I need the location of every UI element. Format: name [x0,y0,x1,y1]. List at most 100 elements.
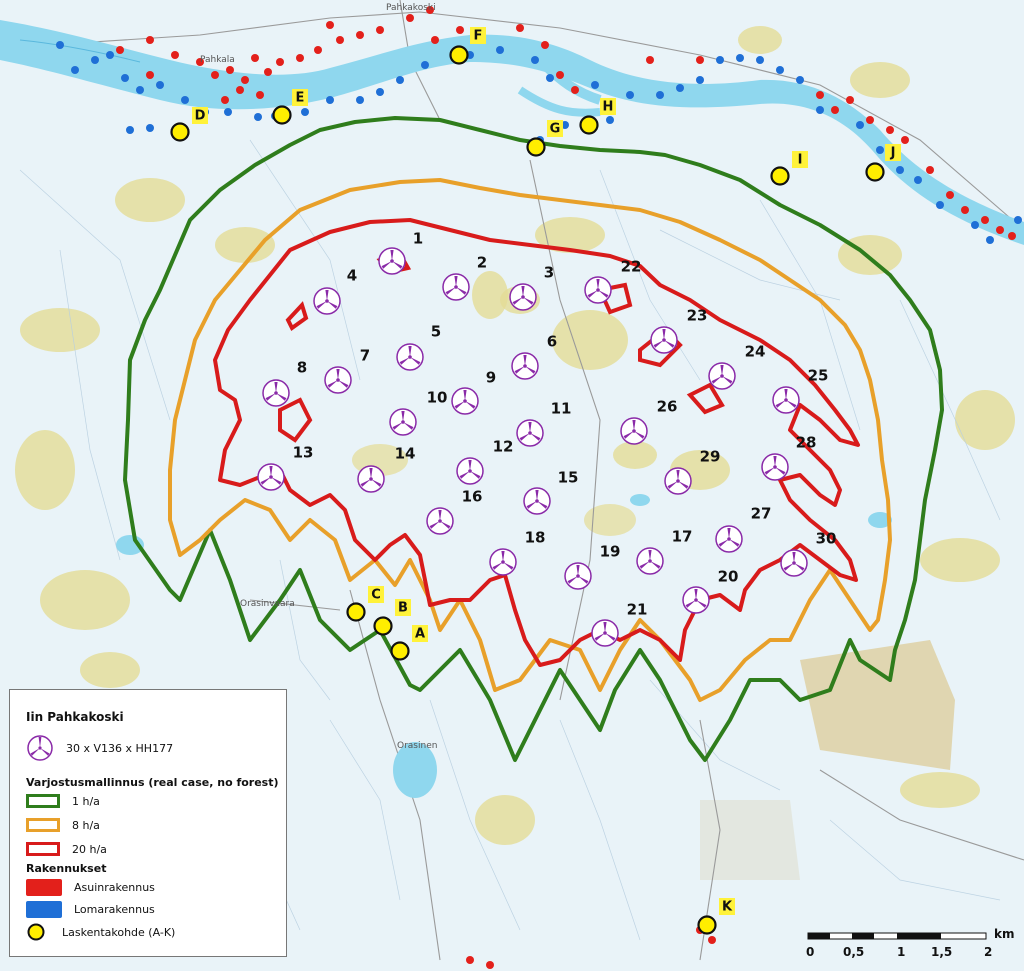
place-name: Orasinen [397,741,437,751]
holiday-building-dot [531,56,539,64]
legend-calc-row: Laskentakohde (A-K) [26,922,175,942]
legend-turbine-row: 30 x V136 x HH177 [26,734,173,762]
residential-building-dot [456,26,464,34]
wind-turbine-icon [27,735,53,761]
holiday-building-dot [356,96,364,104]
residential-building-dot [981,216,989,224]
turbine-number-label: 11 [551,400,572,418]
residential-building-dot [541,41,549,49]
turbine-number-label: 3 [544,264,554,282]
legend-level-label: 1 h/a [72,794,100,808]
holiday-building-dot [856,121,864,129]
holiday-building-dot [776,66,784,74]
holiday-building-dot [626,91,634,99]
wind-turbine-icon [357,465,385,493]
turbine-number-label: 5 [431,323,441,341]
calc-point-icon [27,923,45,941]
residential-building-dot [314,46,322,54]
wind-turbine-icon [396,343,424,371]
turbine-number-label: 10 [427,389,448,407]
holiday-building-dot [326,96,334,104]
calc-point-label: A [415,627,425,642]
holiday-building-dot [986,236,994,244]
holiday-building-dot [914,176,922,184]
legend-level-row: 20 h/a [26,842,107,856]
holiday-building-dot [606,116,614,124]
holiday-building-dot [56,41,64,49]
turbine-number-label: 17 [672,528,693,546]
wind-turbine-icon [650,326,678,354]
scale-tick: 2 [984,945,992,959]
residential-building-dot [946,191,954,199]
holiday-building-dot [591,81,599,89]
turbine-number-label: 19 [600,543,621,561]
calc-point-marker [272,105,292,125]
holiday-building-dot [496,46,504,54]
wind-turbine-icon [257,463,285,491]
scale-tick: 1 [897,945,905,959]
residential-building-dot [236,86,244,94]
wind-turbine-icon [313,287,341,315]
wind-turbine-icon [511,352,539,380]
place-name: Pahkala [200,55,235,65]
wind-turbine-icon [451,387,479,415]
residential-building-dot [886,126,894,134]
residential-building-dot [326,21,334,29]
turbine-number-label: 29 [700,448,721,466]
legend-holiday-row: Lomarakennus [26,901,155,918]
residential-building-dot [926,166,934,174]
turbine-number-label: 15 [558,469,579,487]
holiday-building-dot [546,74,554,82]
legend-calc-label: Laskentakohde (A-K) [62,925,176,939]
holiday-building-dot [796,76,804,84]
calc-point-label: I [798,153,803,168]
holiday-building-dot [301,108,309,116]
residential-building-dot [831,106,839,114]
scale-unit: km [994,927,1014,941]
turbine-number-label: 18 [525,529,546,547]
calc-point-label: J [890,146,896,161]
residential-building-dot [211,71,219,79]
wind-turbine-icon [456,457,484,485]
legend-swatch-holiday [26,901,62,918]
holiday-building-dot [224,108,232,116]
residential-building-dot [816,91,824,99]
calc-point-marker [449,45,469,65]
holiday-building-dot [876,146,884,154]
holiday-building-dot [971,221,979,229]
calc-point-marker [526,137,546,157]
holiday-building-dot [126,126,134,134]
residential-building-dot [116,46,124,54]
legend-level-label: 20 h/a [72,842,107,856]
turbine-number-label: 22 [621,258,642,276]
calc-point-marker [170,122,190,142]
residential-building-dot [406,14,414,22]
calc-point-label: G [550,122,561,137]
holiday-building-dot [156,81,164,89]
legend-swatch-residential [26,879,62,896]
residential-building-dot [556,71,564,79]
residential-building-dot [171,51,179,59]
place-name: Pahkakoski [386,3,436,13]
turbine-number-label: 30 [816,530,837,548]
wind-turbine-icon [564,562,592,590]
residential-building-dot [996,226,1004,234]
calc-point-label: C [371,588,381,603]
legend-buildings-heading: Rakennukset [26,862,107,875]
wind-turbine-icon [442,273,470,301]
calc-point-marker [390,641,410,661]
wind-turbine-icon [591,619,619,647]
wind-turbine-icon [682,586,710,614]
legend-shadow-heading: Varjostusmallinnus (real case, no forest… [26,776,279,789]
residential-building-dot [276,58,284,66]
residential-building-dot [251,54,259,62]
wind-turbine-icon [489,548,517,576]
residential-building-dot [264,68,272,76]
residential-building-dot [646,56,654,64]
wind-turbine-icon [708,362,736,390]
residential-building-dot [221,96,229,104]
residential-building-dot [241,76,249,84]
residential-building-dot [846,96,854,104]
calc-point-marker [346,602,366,622]
holiday-building-dot [656,91,664,99]
